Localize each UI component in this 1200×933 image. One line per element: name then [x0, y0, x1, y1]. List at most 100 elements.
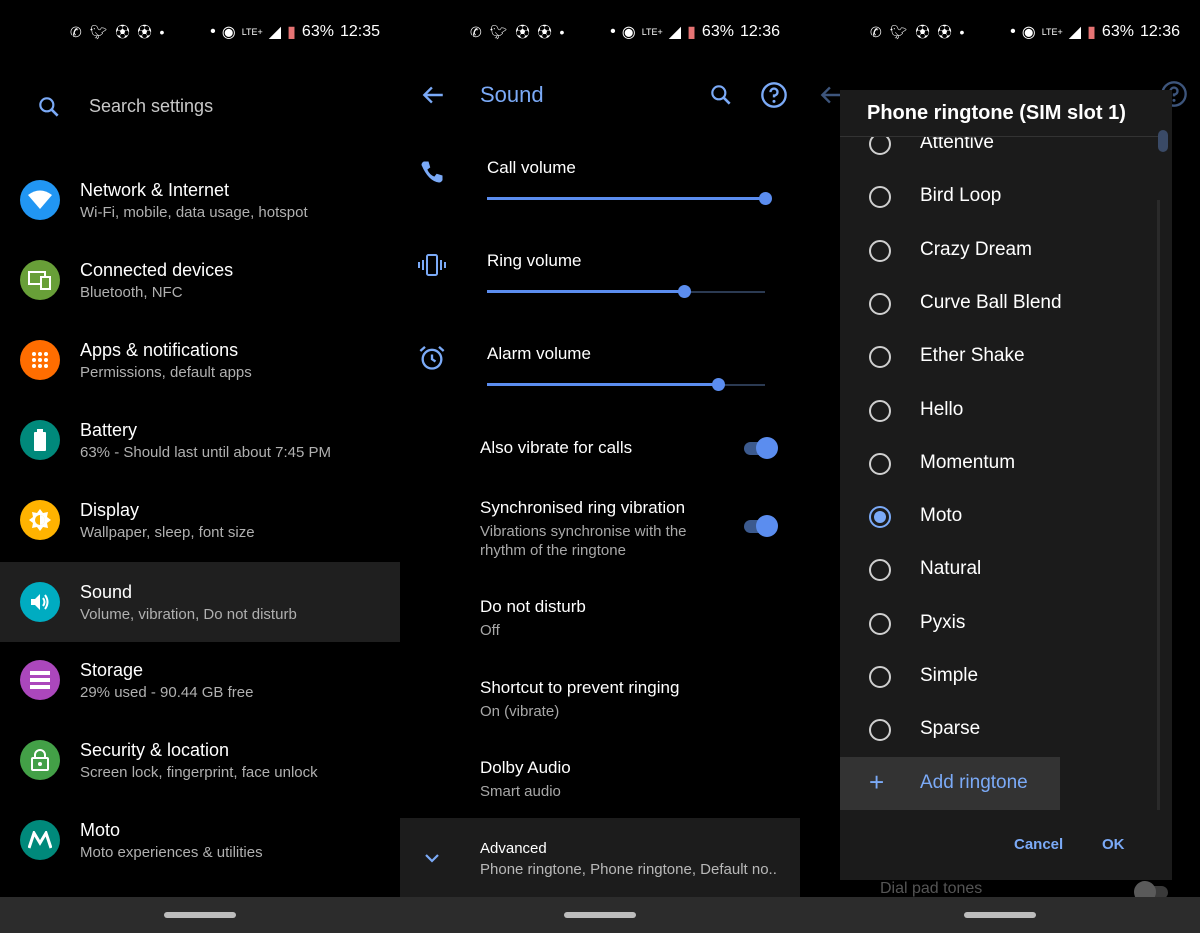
radio-button[interactable]: [869, 666, 891, 688]
ringtone-option[interactable]: Crazy Dream: [840, 226, 1160, 279]
ringtone-option[interactable]: Attentive: [840, 137, 1160, 172]
radio-button[interactable]: [869, 346, 891, 369]
ringtone-option[interactable]: Sparse: [840, 705, 1160, 758]
sync-vibration-row[interactable]: Synchronised ring vibration Vibrations s…: [480, 498, 710, 560]
radio-button[interactable]: [869, 506, 891, 529]
battery-percent: 63%: [301, 23, 334, 40]
whatsapp-icon: ✆: [470, 23, 482, 40]
radio-button[interactable]: [869, 559, 891, 582]
dolby-audio-row[interactable]: Dolby Audio Smart audio: [480, 758, 790, 801]
ringtone-label: Natural: [920, 558, 982, 580]
settings-item-network[interactable]: Network & Internet Wi-Fi, mobile, data u…: [0, 160, 400, 240]
call-volume-slider[interactable]: [487, 192, 772, 206]
plus-icon: +: [869, 767, 885, 797]
settings-item-moto[interactable]: Moto Moto experiences & utilities: [0, 800, 400, 880]
row-subtitle: Phone ringtone, Phone ringtone, Default …: [480, 861, 777, 878]
ringtone-label: Ether Shake: [920, 345, 1025, 367]
toggle-thumb: [756, 437, 778, 459]
status-bar: ✆ 🐦︎ ⚽︎ ⚽︎ • • ◉ LTE+ ◢ ▮ 63% 12:35: [0, 18, 400, 46]
ring-volume-slider[interactable]: [487, 285, 765, 299]
clock: 12:36: [1139, 23, 1180, 40]
ringtone-picker-panel: ✆ 🐦︎ ⚽︎ ⚽︎ • • ◉ LTE+ ◢ ▮ 63% 12:36 Phon…: [800, 0, 1200, 933]
item-title: Storage: [80, 660, 144, 680]
dial-pad-tones-label: Dial pad tones: [880, 880, 983, 897]
radio-button[interactable]: [869, 137, 891, 155]
twitter-icon: 🐦︎: [89, 23, 108, 40]
slider-thumb[interactable]: [711, 378, 725, 391]
dialog-buttons: Cancel OK: [840, 826, 1172, 866]
row-title: Shortcut to prevent ringing: [480, 678, 680, 697]
search-bar[interactable]: Search settings: [0, 88, 400, 128]
settings-item-display[interactable]: Display Wallpaper, sleep, font size: [0, 480, 400, 560]
settings-item-battery[interactable]: Battery 63% - Should last until about 7:…: [0, 400, 400, 480]
battery-icon: ▮: [1087, 24, 1096, 41]
cancel-button[interactable]: Cancel: [1014, 836, 1063, 853]
item-subtitle: Moto experiences & utilities: [80, 844, 263, 861]
item-title: Security & location: [80, 740, 230, 760]
ringtone-option[interactable]: Ether Shake: [840, 332, 1160, 385]
help-icon[interactable]: [760, 81, 788, 109]
soccer-icon: ⚽︎: [515, 24, 530, 40]
page-title: Sound: [480, 82, 544, 107]
signal-icon: ◢: [668, 24, 682, 41]
ringtone-option[interactable]: Bird Loop: [840, 172, 1160, 225]
prevent-ringing-row[interactable]: Shortcut to prevent ringing On (vibrate): [480, 678, 790, 721]
sync-vibration-toggle[interactable]: [742, 514, 778, 538]
item-title: Display: [80, 500, 140, 520]
ringtone-option[interactable]: Simple: [840, 652, 1160, 705]
settings-item-security[interactable]: Security & location Screen lock, fingerp…: [0, 720, 400, 800]
ringtone-option[interactable]: Momentum: [840, 439, 1160, 492]
ringtone-label: Sparse: [920, 718, 981, 740]
home-handle[interactable]: [564, 912, 636, 918]
radio-button[interactable]: [869, 186, 891, 209]
radio-button[interactable]: [869, 399, 891, 422]
search-icon[interactable]: [708, 82, 734, 108]
apps-icon: [20, 340, 60, 380]
home-handle[interactable]: [164, 912, 236, 918]
clock: 12:36: [739, 23, 780, 40]
settings-item-apps[interactable]: Apps & notifications Permissions, defaul…: [0, 320, 400, 400]
back-arrow-icon[interactable]: [420, 82, 446, 108]
radio-button[interactable]: [869, 292, 891, 315]
search-placeholder: Search settings: [89, 96, 214, 116]
settings-item-sound[interactable]: Sound Volume, vibration, Do not disturb: [0, 562, 400, 642]
ok-button[interactable]: OK: [1102, 836, 1125, 853]
brightness-icon: [20, 500, 60, 540]
advanced-row[interactable]: Advanced Phone ringtone, Phone ringtone,…: [400, 818, 800, 898]
item-subtitle: 63% - Should last until about 7:45 PM: [80, 444, 331, 461]
add-ringtone-button[interactable]: + Add ringtone: [840, 757, 1060, 810]
radio-button[interactable]: [869, 612, 891, 635]
alarm-volume-slider[interactable]: [487, 378, 765, 392]
wifi-icon: [20, 180, 60, 220]
ringtone-option[interactable]: Natural: [840, 545, 1160, 598]
also-vibrate-toggle[interactable]: [742, 436, 778, 460]
ringtone-label: Hello: [920, 398, 964, 420]
slider-thumb[interactable]: [759, 192, 772, 205]
home-handle[interactable]: [964, 912, 1036, 918]
ringtone-label: Crazy Dream: [920, 238, 1032, 260]
settings-item-storage[interactable]: Storage 29% used - 90.44 GB free: [0, 640, 400, 720]
search-icon: [39, 97, 59, 117]
item-title: Apps & notifications: [80, 340, 239, 360]
item-subtitle: Bluetooth, NFC: [80, 284, 183, 301]
ringtone-option[interactable]: Hello: [840, 386, 1160, 439]
slider-thumb[interactable]: [678, 285, 692, 298]
system-icons: • ◉ LTE+ ◢ ▮ 63% 12:36: [1010, 22, 1180, 42]
radio-button[interactable]: [869, 452, 891, 475]
ring-volume-row: Ring volume: [400, 251, 800, 331]
do-not-disturb-row[interactable]: Do not disturb Off: [480, 597, 790, 640]
radio-button[interactable]: [869, 719, 891, 742]
scrollbar-thumb[interactable]: [1158, 130, 1168, 152]
battery-icon: [20, 420, 60, 460]
ringtone-label: Attentive: [920, 137, 994, 153]
soccer-icon: ⚽︎: [537, 24, 552, 40]
settings-panel: ✆ 🐦︎ ⚽︎ ⚽︎ • • ◉ LTE+ ◢ ▮ 63% 12:35 Sear…: [0, 0, 400, 933]
ringtone-option[interactable]: Curve Ball Blend: [840, 279, 1160, 332]
ringtone-option[interactable]: Moto: [840, 492, 1160, 545]
settings-item-connected-devices[interactable]: Connected devices Bluetooth, NFC: [0, 240, 400, 320]
ringtone-list[interactable]: Attentive Bird Loop Crazy Dream Curve Ball …: [840, 137, 1172, 812]
call-volume-row: Call volume: [400, 158, 800, 238]
ringtone-option[interactable]: Pyxis: [840, 599, 1160, 652]
radio-button[interactable]: [869, 239, 891, 262]
ringtone-label: Moto: [920, 505, 963, 527]
